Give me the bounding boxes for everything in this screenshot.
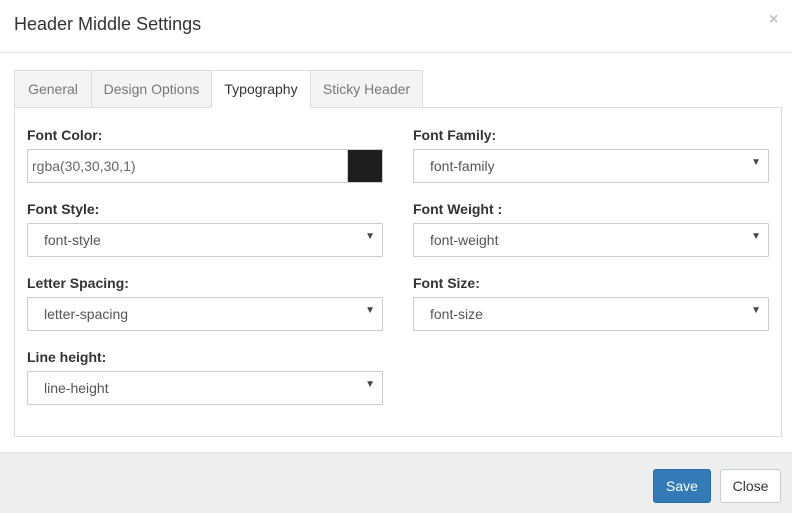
line-height-value: line-height — [44, 380, 109, 396]
tab-design-options[interactable]: Design Options — [91, 70, 212, 108]
modal-title: Header Middle Settings — [14, 14, 202, 34]
font-color-value: rgba(30,30,30,1) — [32, 158, 136, 174]
font-family-select[interactable]: font-family ▼ — [413, 149, 769, 183]
letter-spacing-value: letter-spacing — [44, 306, 129, 322]
font-weight-label: Font Weight : — [413, 201, 503, 217]
font-family-value: font-family — [430, 158, 495, 174]
chevron-down-icon: ▼ — [365, 305, 375, 316]
close-button[interactable]: Close — [720, 469, 781, 503]
save-button[interactable]: Save — [653, 469, 711, 503]
line-height-label: Line height: — [27, 349, 107, 365]
modal-footer: Save Close — [0, 452, 792, 513]
typography-panel: Font Color: rgba(30,30,30,1) Font Family… — [14, 107, 782, 437]
chevron-down-icon: ▼ — [751, 305, 761, 316]
font-style-select[interactable]: font-style ▼ — [27, 223, 383, 257]
font-style-value: font-style — [44, 232, 101, 248]
close-icon[interactable]: × — [769, 12, 778, 28]
font-size-label: Font Size: — [413, 275, 480, 291]
chevron-down-icon: ▼ — [751, 157, 761, 168]
font-color-label: Font Color: — [27, 127, 103, 143]
tab-typography[interactable]: Typography — [211, 70, 311, 108]
font-style-label: Font Style: — [27, 201, 100, 217]
chevron-down-icon: ▼ — [365, 231, 375, 242]
font-size-value: font-size — [430, 306, 483, 322]
modal-header: Header Middle Settings × — [0, 0, 792, 53]
tab-general[interactable]: General — [14, 70, 92, 108]
font-size-select[interactable]: font-size ▼ — [413, 297, 769, 331]
font-weight-value: font-weight — [430, 232, 499, 248]
tab-sticky-header[interactable]: Sticky Header — [310, 70, 423, 108]
font-weight-select[interactable]: font-weight ▼ — [413, 223, 769, 257]
letter-spacing-select[interactable]: letter-spacing ▼ — [27, 297, 383, 331]
line-height-select[interactable]: line-height ▼ — [27, 371, 383, 405]
font-family-label: Font Family: — [413, 127, 497, 143]
font-color-input[interactable]: rgba(30,30,30,1) — [27, 149, 383, 183]
chevron-down-icon: ▼ — [365, 379, 375, 390]
color-swatch[interactable] — [347, 150, 382, 182]
chevron-down-icon: ▼ — [751, 231, 761, 242]
letter-spacing-label: Letter Spacing: — [27, 275, 129, 291]
